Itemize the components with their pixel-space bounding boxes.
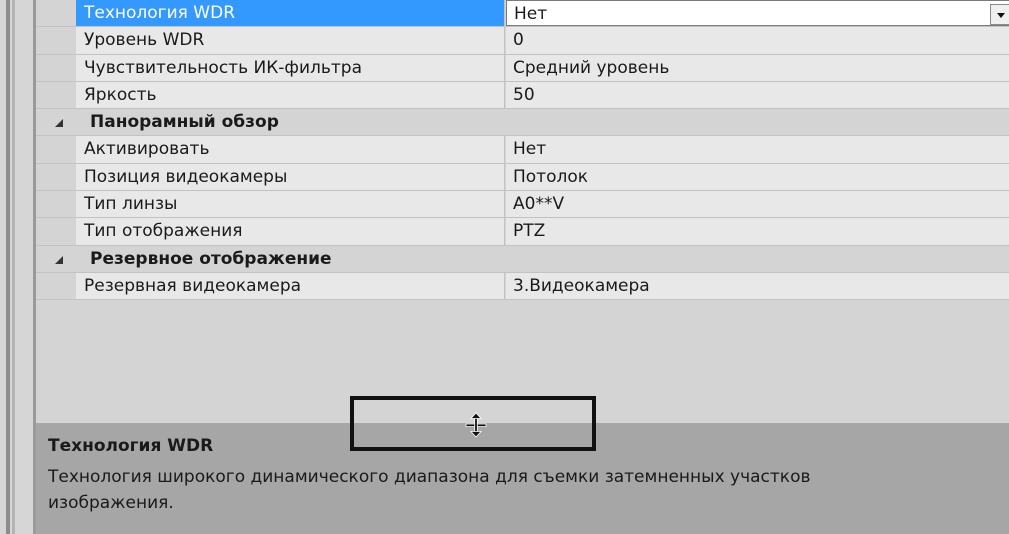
property-row-wdr-technology[interactable]: Технология WDR Нет — [36, 0, 1009, 28]
property-name: Активировать — [76, 136, 505, 163]
property-name: Резервная видеокамера — [76, 272, 505, 300]
property-grid: Технология WDR Нет Уровень WDR 0 Чувстви… — [36, 0, 1009, 301]
property-row-lens-type[interactable]: Тип линзы A0**V — [36, 191, 1009, 219]
property-row-ir-sensitivity[interactable]: Чувствительность ИК-фильтра Средний уров… — [36, 54, 1009, 82]
left-panel-edge — [0, 0, 36, 534]
property-value[interactable]: Нет — [506, 136, 1009, 163]
description-title: Технология WDR — [48, 436, 214, 456]
move-cursor-icon — [465, 412, 487, 438]
property-value[interactable]: 0 — [506, 27, 1009, 54]
property-value-select[interactable]: Нет — [506, 0, 1009, 27]
property-grid-panel: Технология WDR Нет Уровень WDR 0 Чувстви… — [36, 0, 1009, 534]
property-name: Тип отображения — [76, 218, 505, 245]
property-value[interactable]: Потолок — [506, 163, 1009, 191]
group-title: Панорамный обзор — [90, 112, 279, 133]
property-value[interactable]: A0**V — [506, 191, 1009, 218]
property-value[interactable]: 50 — [506, 81, 1009, 109]
property-value: Нет — [514, 4, 548, 24]
panel-border-inner — [12, 0, 15, 534]
description-text: Технология широкого динамического диапаз… — [48, 467, 811, 513]
property-value[interactable]: Средний уровень — [506, 54, 1009, 81]
property-row-wdr-level[interactable]: Уровень WDR 0 — [36, 27, 1009, 55]
property-row-activate[interactable]: Активировать Нет — [36, 136, 1009, 164]
property-name: Тип линзы — [76, 191, 505, 218]
property-row-camera-position[interactable]: Позиция видеокамеры Потолок — [36, 163, 1009, 192]
property-name: Чувствительность ИК-фильтра — [76, 54, 505, 81]
group-header-panorama[interactable]: Панорамный обзор — [36, 109, 1009, 137]
property-name: Технология WDR — [76, 0, 505, 27]
group-title: Резервное отображение — [90, 248, 332, 269]
collapse-triangle-icon[interactable] — [55, 255, 63, 264]
property-name: Позиция видеокамеры — [76, 163, 505, 191]
panel-border — [6, 0, 10, 534]
property-value[interactable]: 3.Видеокамера — [506, 272, 1009, 300]
property-row-reserve-camera[interactable]: Резервная видеокамера 3.Видеокамера — [36, 272, 1009, 301]
group-header-reserve[interactable]: Резервное отображение — [36, 245, 1009, 273]
property-value[interactable]: PTZ — [506, 218, 1009, 245]
property-row-brightness[interactable]: Яркость 50 — [36, 81, 1009, 110]
property-name: Яркость — [76, 81, 505, 109]
chevron-down-icon[interactable] — [990, 4, 1009, 25]
property-name: Уровень WDR — [76, 27, 505, 54]
collapse-triangle-icon[interactable] — [55, 119, 63, 128]
property-row-display-type[interactable]: Тип отображения PTZ — [36, 218, 1009, 246]
